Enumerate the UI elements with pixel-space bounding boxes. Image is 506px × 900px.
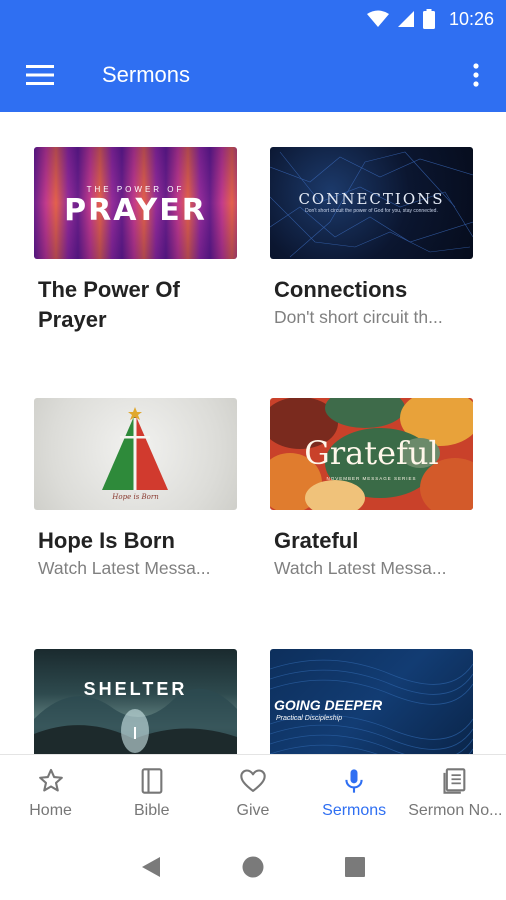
sermon-subtitle: Watch Latest Messa... <box>274 558 447 578</box>
sermon-card-grateful[interactable]: Grateful NOVEMBER MESSAGE SERIES Gratefu… <box>270 398 473 579</box>
nav-label: Sermon No... <box>408 802 503 819</box>
home-circle-icon[interactable] <box>241 855 265 879</box>
thumbnail-text: CONNECTIONS <box>298 190 445 208</box>
sermon-subtitle: Don't short circuit th... <box>274 307 443 327</box>
thumbnail-text: GOING DEEPER <box>274 697 383 713</box>
thumbnail-subtext: Practical Discipleship <box>276 715 343 722</box>
wifi-icon <box>366 10 389 27</box>
sermon-grid: THE POWER OF PRAYER The Power Of Prayer … <box>0 112 506 754</box>
nav-item-bible[interactable]: Bible <box>101 755 202 835</box>
sermon-title: Grateful <box>274 528 359 553</box>
nav-label: Bible <box>133 802 170 819</box>
heart-icon <box>240 769 266 792</box>
nav-item-give[interactable]: Give <box>202 755 303 835</box>
back-triangle-icon[interactable] <box>140 855 162 879</box>
status-bar: 10:26 <box>0 0 506 38</box>
bottom-navigation: Home Bible Give Sermons Sermon No... <box>0 754 506 834</box>
page-title: Sermons <box>102 62 191 87</box>
sermon-thumbnail: Grateful NOVEMBER MESSAGE SERIES <box>270 398 473 510</box>
thumbnail-text: SHELTER <box>83 679 188 699</box>
thumbnail-text: PRAYER <box>64 193 207 228</box>
nav-label: Sermons <box>322 802 387 819</box>
status-icons: 10:26 <box>366 8 494 30</box>
storm-wave-graphic <box>34 688 237 754</box>
nav-item-home[interactable]: Home <box>0 755 101 835</box>
sermon-subtitle: Watch Latest Messa... <box>38 558 211 578</box>
sermon-card-power-of-prayer[interactable]: THE POWER OF PRAYER The Power Of Prayer <box>34 147 237 337</box>
thumbnail-subtext: Don't short circuit the power of God for… <box>305 208 438 214</box>
thumbnail-text: Grateful <box>304 434 439 472</box>
signal-icon <box>397 11 414 27</box>
sermon-title: Connections <box>274 277 408 302</box>
sermon-thumbnail: GOING DEEPER Practical Discipleship <box>270 649 473 754</box>
sermon-title: The Power Of Prayer <box>38 277 180 332</box>
battery-icon <box>422 9 435 29</box>
nav-item-sermon-notes[interactable]: Sermon No... <box>405 755 506 835</box>
sermon-thumbnail: SHELTER <box>34 649 237 754</box>
hamburger-menu-icon <box>26 65 54 85</box>
recents-square-icon[interactable] <box>344 856 366 878</box>
microphone-icon <box>345 769 363 793</box>
book-icon <box>141 768 163 794</box>
overflow-menu-button[interactable] <box>446 38 506 112</box>
sermon-thumbnail: Hope is Born <box>34 398 237 510</box>
notes-icon <box>443 768 466 794</box>
star-icon <box>38 768 63 792</box>
more-vertical-icon <box>473 63 479 87</box>
status-time: 10:26 <box>448 8 494 29</box>
nav-label: Home <box>29 802 72 819</box>
sermon-card-hope-is-born[interactable]: Hope is Born Hope Is Born Watch Latest M… <box>34 398 237 579</box>
sermon-thumbnail: CONNECTIONS Don't short circuit the powe… <box>270 147 473 259</box>
app-bar: Sermons <box>0 38 506 112</box>
sermon-card-shelter[interactable]: SHELTER <box>34 649 237 754</box>
thumbnail-text: Hope is Born <box>112 493 159 501</box>
menu-button[interactable] <box>0 38 80 112</box>
nav-item-sermons[interactable]: Sermons <box>304 755 405 835</box>
sermon-card-going-deeper[interactable]: GOING DEEPER Practical Discipleship <box>270 649 473 754</box>
nav-label: Give <box>236 802 270 819</box>
thumbnail-subtext: NOVEMBER MESSAGE SERIES <box>326 476 417 481</box>
sermon-thumbnail: THE POWER OF PRAYER <box>34 147 237 259</box>
system-navigation-bar <box>0 834 506 900</box>
sermon-title: Hope Is Born <box>38 528 175 553</box>
sermon-card-connections[interactable]: CONNECTIONS Don't short circuit the powe… <box>270 147 473 328</box>
